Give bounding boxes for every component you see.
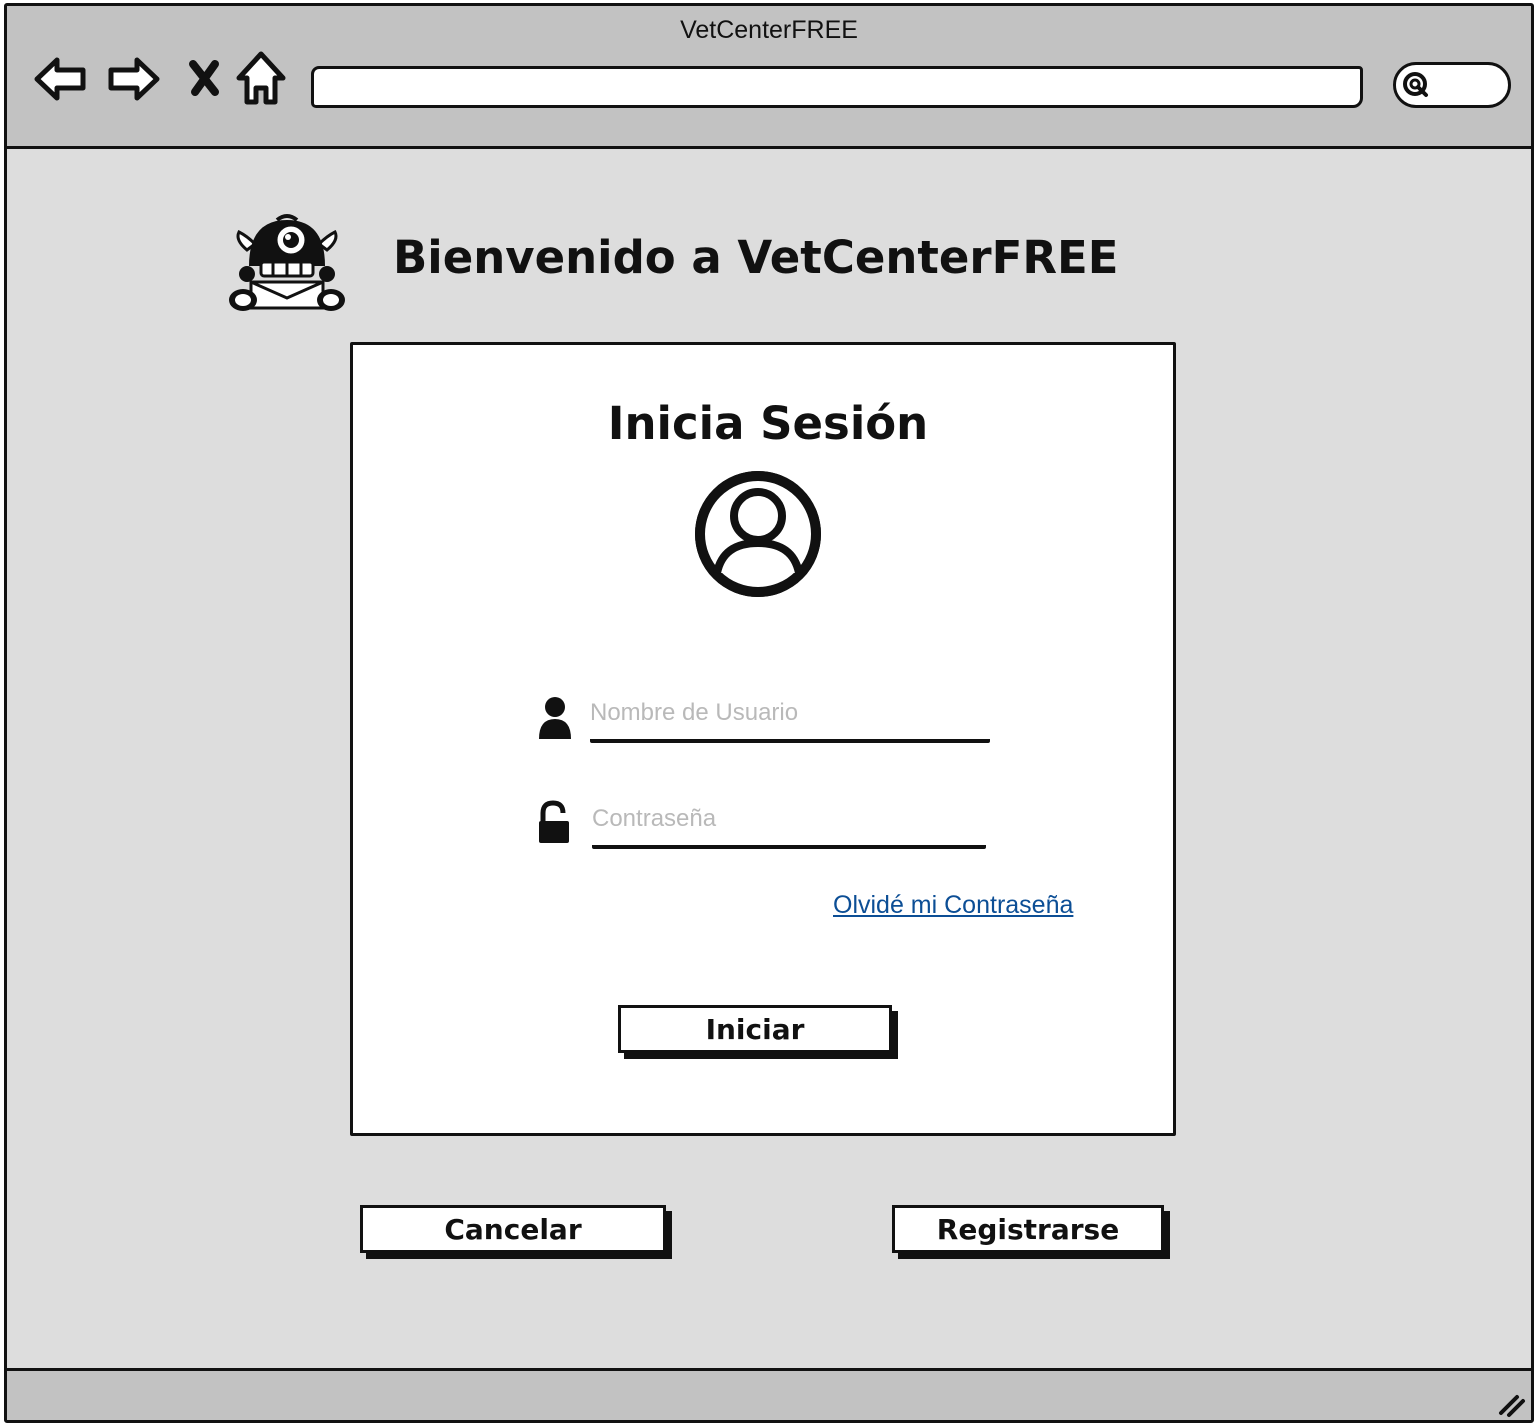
unlocked-padlock-icon <box>535 799 575 845</box>
login-title: Inicia Sesión <box>607 397 929 450</box>
back-arrow-icon[interactable] <box>31 48 89 110</box>
login-card: Inicia Sesión Olvidé mi Contraseña <box>350 342 1176 1136</box>
username-input[interactable] <box>590 691 990 743</box>
browser-toolbar: VetCenterFREE <box>7 6 1531 149</box>
url-bar[interactable] <box>311 66 1363 108</box>
user-avatar-icon <box>693 469 823 599</box>
home-icon[interactable] <box>233 48 289 110</box>
status-bar <box>7 1368 1531 1420</box>
password-input[interactable] <box>592 797 986 849</box>
register-button[interactable]: Registrarse <box>892 1205 1164 1253</box>
login-submit-button[interactable]: Iniciar <box>618 1005 892 1053</box>
close-x-icon[interactable] <box>181 48 227 110</box>
browser-window: VetCenterFREE Bienvenido a VetCenterFREE… <box>4 3 1534 1423</box>
welcome-heading: Bienvenido a VetCenterFREE <box>393 231 1119 284</box>
user-icon <box>535 695 575 741</box>
window-title: VetCenterFREE <box>680 16 858 44</box>
cancel-button[interactable]: Cancelar <box>360 1205 666 1253</box>
forward-arrow-icon[interactable] <box>105 48 163 110</box>
browser-search-box[interactable] <box>1393 62 1511 108</box>
resize-grip-icon[interactable] <box>1495 1387 1527 1419</box>
monster-mascot-logo <box>225 210 349 314</box>
search-icon <box>1403 72 1428 97</box>
forgot-password-link[interactable]: Olvidé mi Contraseña <box>833 891 1073 920</box>
